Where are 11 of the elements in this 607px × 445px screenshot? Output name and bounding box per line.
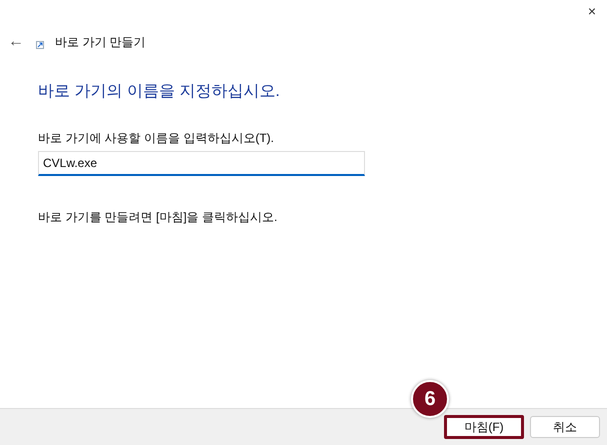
field-label: 바로 가기에 사용할 이름을 입력하십시오(T). bbox=[38, 130, 274, 147]
step-badge: 6 bbox=[411, 380, 449, 418]
back-button[interactable]: ← bbox=[6, 30, 26, 54]
finish-button[interactable]: 마침(F) bbox=[444, 415, 524, 439]
shortcut-icon bbox=[36, 41, 44, 49]
instruction-text: 바로 가기를 만들려면 [마침]을 클릭하십시오. bbox=[38, 209, 278, 226]
window-title: 바로 가기 만들기 bbox=[55, 34, 146, 51]
close-button[interactable]: × bbox=[577, 0, 607, 22]
cancel-button[interactable]: 취소 bbox=[530, 416, 600, 438]
name-field[interactable]: CVLw.exe bbox=[38, 151, 365, 176]
page-heading: 바로 가기의 이름을 지정하십시오. bbox=[38, 82, 280, 102]
